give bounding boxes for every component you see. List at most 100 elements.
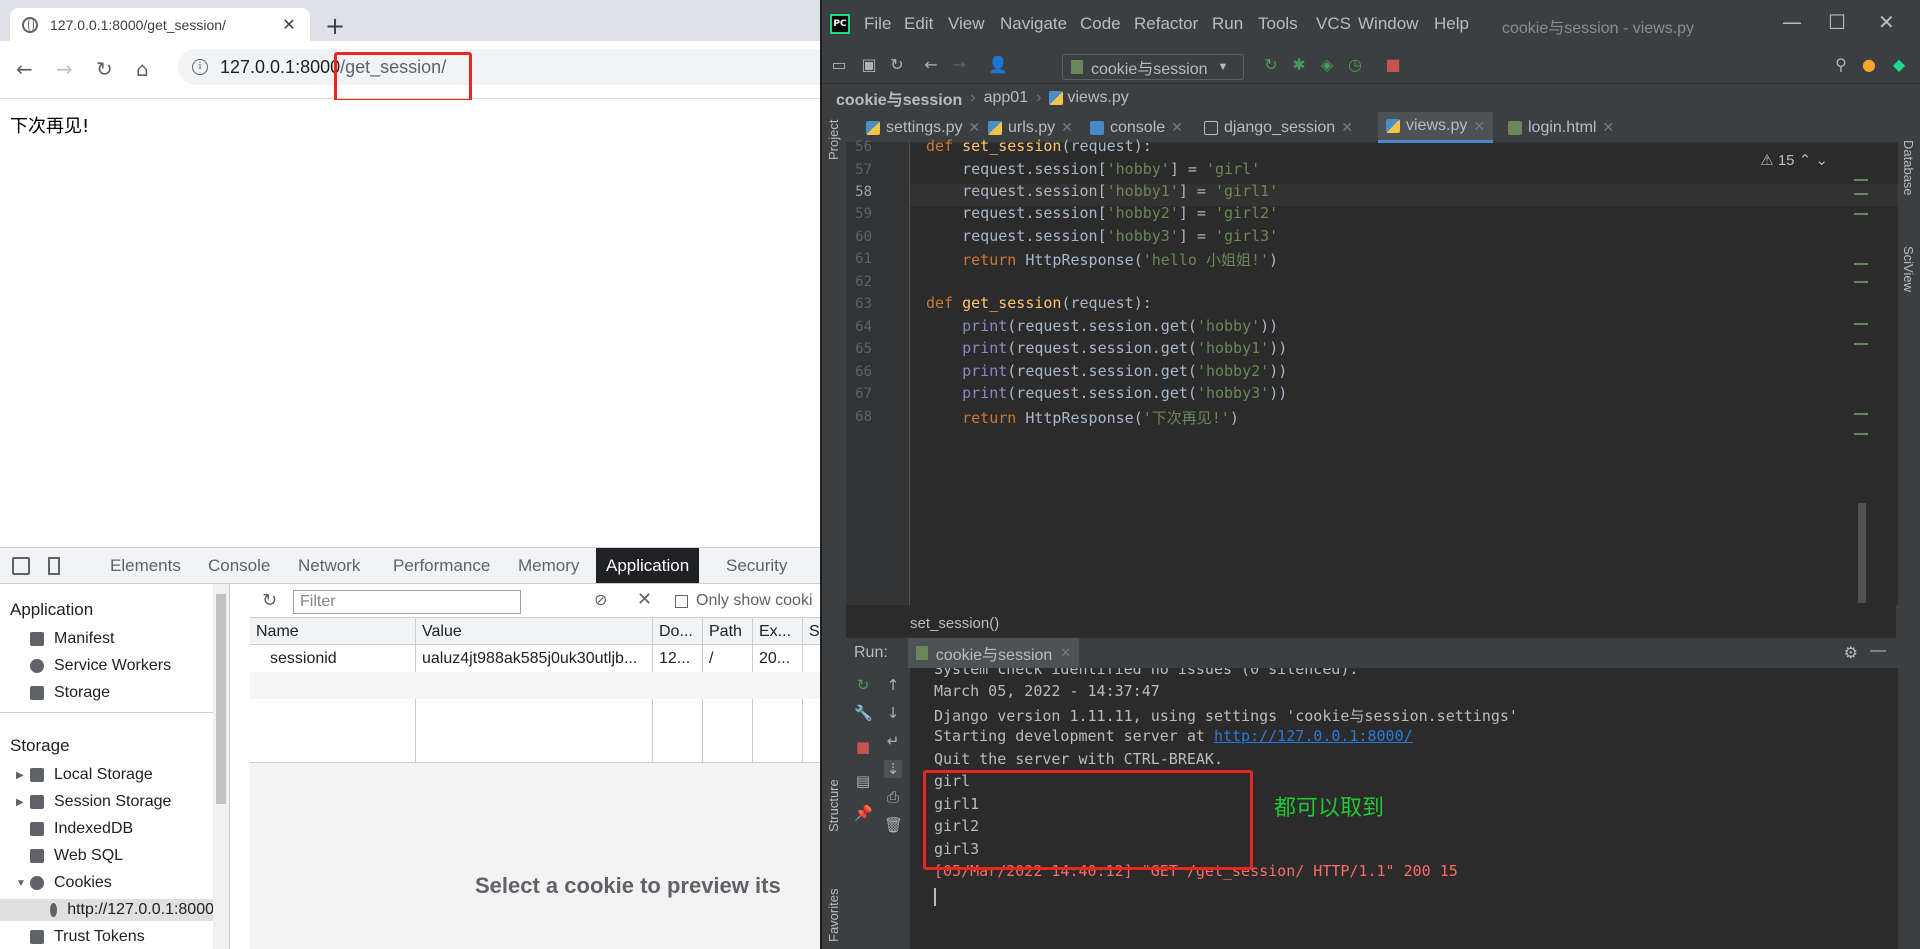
forward-icon[interactable]: →: [950, 56, 968, 74]
run-configuration-select[interactable]: cookie与session ▼: [1062, 54, 1244, 80]
sidebar-scrollbar[interactable]: [213, 584, 229, 949]
reload-icon[interactable]: ↻: [96, 59, 113, 79]
up-arrow-icon[interactable]: ↑: [884, 676, 902, 694]
menu-help[interactable]: Help: [1434, 14, 1469, 34]
devtools-tab-network[interactable]: Network: [288, 548, 370, 583]
table-row[interactable]: sessionid ualuz4jt988ak585j0uk30utljb...…: [250, 645, 820, 672]
menu-code[interactable]: Code: [1080, 14, 1121, 34]
close-icon[interactable]: ✕: [1061, 119, 1073, 136]
sciview-tool-button[interactable]: SciView: [1901, 246, 1916, 292]
structure-tool-button[interactable]: Structure: [826, 779, 841, 832]
refresh-icon[interactable]: ↻: [262, 590, 277, 611]
wrench-icon[interactable]: 🔧: [854, 704, 873, 722]
column-header-path[interactable]: Path: [703, 618, 753, 644]
gear-icon[interactable]: ⚙: [1844, 643, 1858, 663]
close-icon[interactable]: ✕: [1602, 119, 1614, 136]
database-tool-button[interactable]: Database: [1901, 140, 1916, 196]
open-folder-icon[interactable]: ▭: [830, 56, 848, 74]
print-icon[interactable]: ⎙: [884, 788, 902, 806]
code-editor[interactable]: ⚠ 15 ⌃ ⌄ 56 57 58 59 60 61 62 63 64 65 6…: [846, 137, 1898, 632]
sidebar-item-local-storage[interactable]: ▶ Local Storage: [16, 764, 153, 786]
cookie-filter-input[interactable]: Filter: [293, 590, 521, 614]
home-icon[interactable]: ⌂: [136, 59, 149, 79]
devtools-tab-console[interactable]: Console: [198, 548, 280, 583]
column-header-expires[interactable]: Ex...: [753, 618, 803, 644]
expand-arrow-icon[interactable]: ▶: [16, 770, 24, 781]
menu-navigate[interactable]: Navigate: [1000, 14, 1067, 34]
coverage-icon[interactable]: ◈: [1318, 56, 1336, 74]
breadcrumb-folder[interactable]: app01: [984, 89, 1029, 107]
run-tab[interactable]: cookie与session ✕: [907, 638, 1080, 668]
close-icon[interactable]: ✕: [1341, 119, 1353, 136]
info-icon[interactable]: i: [192, 59, 208, 75]
sidebar-item-cookie-origin[interactable]: http://127.0.0.1:8000: [0, 899, 214, 921]
save-icon[interactable]: ▣: [860, 56, 878, 74]
sidebar-item-manifest[interactable]: Manifest: [30, 628, 114, 650]
devtools-tab-security[interactable]: Security: [716, 548, 797, 583]
close-icon[interactable]: ✕: [1171, 119, 1183, 136]
menu-run[interactable]: Run: [1212, 14, 1243, 34]
sync-icon[interactable]: ↻: [888, 56, 906, 74]
breadcrumb-file[interactable]: views.py: [1067, 89, 1128, 107]
clear-filtered-icon[interactable]: ⊘: [594, 590, 607, 609]
editor-scrollbar[interactable]: [1858, 503, 1866, 603]
search-icon[interactable]: ⚲: [1832, 56, 1850, 74]
debug-icon[interactable]: ✱: [1290, 56, 1308, 74]
favorites-tool-button[interactable]: Favorites: [826, 889, 841, 942]
warning-counter[interactable]: ⚠ 15 ⌃ ⌄: [1760, 151, 1828, 169]
close-icon[interactable]: ✕: [968, 119, 980, 136]
menu-window[interactable]: Window: [1358, 14, 1418, 34]
only-show-issues-checkbox[interactable]: Only show cooki: [675, 592, 813, 610]
stop-icon[interactable]: ■: [1384, 56, 1402, 74]
column-header-size[interactable]: Si: [803, 618, 820, 644]
menu-file[interactable]: File: [864, 14, 891, 34]
close-window-icon[interactable]: ✕: [1878, 10, 1895, 34]
close-icon[interactable]: ✕: [1060, 645, 1071, 661]
trash-icon[interactable]: 🗑: [884, 816, 903, 834]
devtools-tab-memory[interactable]: Memory: [508, 548, 589, 583]
back-icon[interactable]: ←: [922, 56, 940, 74]
breadcrumb-project[interactable]: cookie与session: [836, 86, 962, 110]
menu-edit[interactable]: Edit: [904, 14, 933, 34]
rerun-icon[interactable]: ↻: [854, 676, 872, 694]
column-header-name[interactable]: Name: [250, 618, 416, 644]
soft-wrap-icon[interactable]: ↵: [884, 732, 902, 750]
tab-django-session[interactable]: django_session ✕: [1196, 112, 1361, 143]
close-tab-icon[interactable]: ✕: [280, 15, 298, 34]
back-icon[interactable]: ←: [16, 59, 33, 79]
column-header-value[interactable]: Value: [416, 618, 653, 644]
collapse-arrow-icon[interactable]: ▼: [16, 878, 26, 889]
devtools-tab-performance[interactable]: Performance: [383, 548, 500, 583]
expand-arrow-icon[interactable]: ▶: [16, 797, 24, 808]
sidebar-item-web-sql[interactable]: Web SQL: [30, 845, 123, 867]
address-bar[interactable]: i 127.0.0.1:8000/get_session/: [178, 49, 820, 85]
device-toolbar-icon[interactable]: [48, 557, 60, 575]
forward-icon[interactable]: →: [56, 59, 73, 79]
down-arrow-icon[interactable]: ↓: [884, 704, 902, 722]
column-header-domain[interactable]: Do...: [653, 618, 703, 644]
sidebar-item-service-workers[interactable]: Service Workers: [30, 655, 171, 677]
scroll-to-end-icon[interactable]: ⇣: [884, 760, 902, 778]
sidebar-item-trust-tokens[interactable]: Trust Tokens: [30, 926, 145, 948]
inspect-element-icon[interactable]: [12, 557, 30, 575]
project-tool-button[interactable]: Project: [826, 120, 841, 160]
sidebar-item-session-storage[interactable]: ▶ Session Storage: [16, 791, 171, 813]
checkbox[interactable]: [675, 594, 688, 608]
vcs-user-icon[interactable]: 👤: [988, 56, 1008, 74]
profile-icon[interactable]: ◷: [1346, 56, 1364, 74]
sidebar-item-cookies[interactable]: ▼ Cookies: [16, 872, 112, 894]
delete-selected-icon[interactable]: ✕: [637, 589, 652, 610]
menu-refactor[interactable]: Refactor: [1134, 14, 1198, 34]
sidebar-item-indexeddb[interactable]: IndexedDB: [30, 818, 133, 840]
sidebar-item-storage[interactable]: Storage: [30, 682, 110, 704]
minimize-icon[interactable]: —: [1782, 10, 1802, 34]
pin-icon[interactable]: 📌: [854, 804, 873, 822]
scrollbar-thumb[interactable]: [216, 594, 226, 804]
new-tab-button[interactable]: +: [325, 12, 345, 40]
menu-view[interactable]: View: [948, 14, 985, 34]
stop-icon[interactable]: ■: [854, 738, 872, 756]
browser-tab[interactable]: 127.0.0.1:8000/get_session/ ✕: [10, 8, 310, 41]
tab-login-html[interactable]: login.html ✕: [1500, 112, 1622, 143]
tab-views-py[interactable]: views.py ✕: [1378, 112, 1494, 143]
editor-breadcrumb-function[interactable]: set_session(): [910, 615, 999, 632]
